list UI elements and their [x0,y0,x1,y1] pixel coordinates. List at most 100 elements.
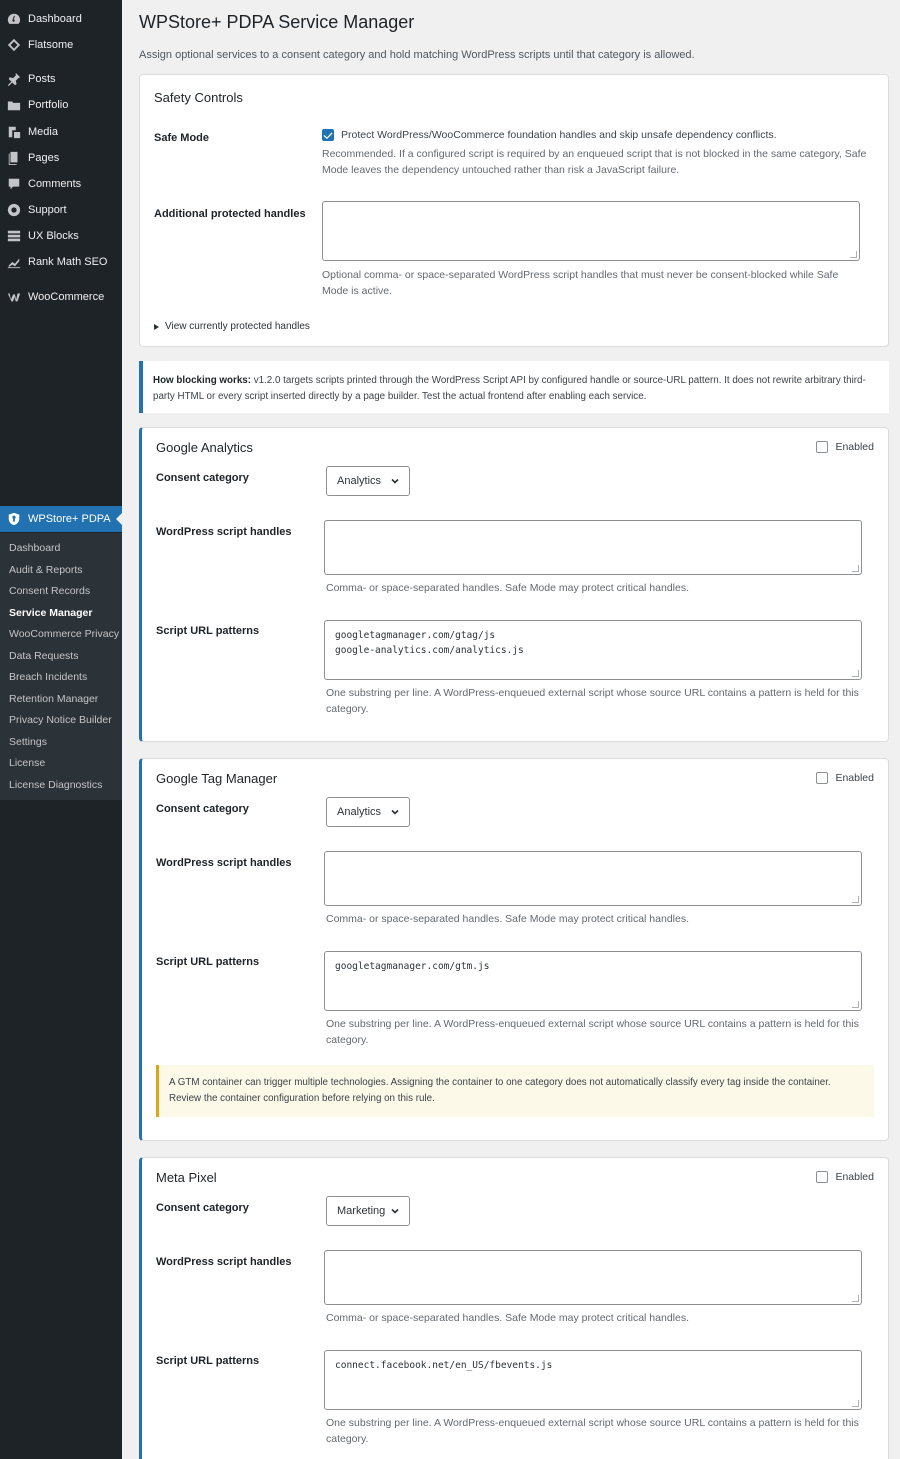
resize-grip[interactable] [852,565,859,572]
menu-item-pages[interactable]: Pages [0,145,122,171]
consent-category-label: Consent category [156,803,249,815]
menu-label: Comments [28,178,82,190]
menu-item-media[interactable]: Media [0,119,122,145]
resize-grip[interactable] [852,1400,859,1407]
script-handles-description: Comma- or space-separated handles. Safe … [326,1312,690,1324]
service-name: Google Tag Manager [156,771,278,786]
submenu: Dashboard Audit & Reports Consent Record… [0,533,122,800]
protected-handles-textarea[interactable] [322,201,860,261]
safe-mode-row: Protect WordPress/WooCommerce foundation… [322,129,777,141]
folder-icon [7,98,21,112]
consent-category-select[interactable]: Analytics [326,797,410,827]
consent-category-label: Consent category [156,472,249,484]
submenu-item-breach-incidents[interactable]: Breach Incidents [9,669,87,685]
menu-item-rank-math[interactable]: Rank Math SEO [0,249,122,275]
select-value: Analytics [337,475,382,487]
submenu-item-license-diagnostics[interactable]: License Diagnostics [9,777,102,793]
pages-icon [7,151,21,165]
comment-icon [7,177,21,191]
chevron-down-icon [390,1206,400,1216]
consent-category-select[interactable]: Analytics [326,466,410,496]
script-handles-label: WordPress script handles [156,526,292,538]
submenu-item-woocommerce-privacy[interactable]: WooCommerce Privacy [9,626,119,642]
menu-item-portfolio[interactable]: Portfolio [0,92,122,118]
media-icon [7,125,21,139]
script-handles-textarea[interactable] [324,520,862,575]
service-card-google-tag-manager: Google Tag Manager Enabled Consent categ… [139,758,889,1141]
service-enabled-toggle[interactable]: Enabled [816,441,874,453]
menu-label: Support [28,204,67,216]
service-enabled-toggle[interactable]: Enabled [816,772,874,784]
menu-item-ux-blocks[interactable]: UX Blocks [0,223,122,249]
service-enabled-toggle[interactable]: Enabled [816,1171,874,1183]
blocks-icon [7,229,21,243]
safety-controls-card: Safety Controls Safe Mode Protect WordPr… [139,74,889,347]
diamond-icon [7,38,21,52]
menu-item-comments[interactable]: Comments [0,171,122,197]
submenu-item-settings[interactable]: Settings [9,734,47,750]
submenu-item-service-manager[interactable]: Service Manager [9,605,92,621]
safe-mode-checkbox[interactable] [322,129,334,141]
disclosure-triangle-icon [154,323,159,330]
card-title: Safety Controls [154,90,243,105]
chart-icon [7,255,21,269]
submenu-item-retention-manager[interactable]: Retention Manager [9,691,98,707]
url-patterns-textarea[interactable]: googletagmanager.com/gtag/js google-anal… [324,620,862,680]
details-label: View currently protected handles [165,321,310,332]
service-card-meta-pixel: Meta Pixel Enabled Consent category Mark… [139,1157,889,1459]
menu-label: Dashboard [28,13,82,25]
menu-item-woocommerce[interactable]: WooCommerce [0,284,122,310]
woo-icon [7,290,21,304]
enabled-label: Enabled [835,441,874,453]
enabled-checkbox[interactable] [816,1171,829,1183]
protected-handles-details-toggle[interactable]: View currently protected handles [154,321,310,332]
url-patterns-label: Script URL patterns [156,625,260,637]
resize-grip[interactable] [850,251,857,258]
menu-label: Portfolio [28,99,69,111]
resize-grip[interactable] [852,896,859,903]
submenu-item-privacy-notice-builder[interactable]: Privacy Notice Builder [9,712,112,728]
blocking-info-notice: How blocking works: v1.2.0 targets scrip… [139,361,889,413]
url-patterns-textarea[interactable]: connect.facebook.net/en_US/fbevents.js [324,1350,862,1410]
menu-label: WPStore+ PDPA [28,513,111,525]
menu-label: UX Blocks [28,230,79,242]
url-patterns-textarea[interactable]: googletagmanager.com/gtm.js [324,951,862,1011]
menu-item-dashboard[interactable]: Dashboard [0,6,122,32]
submenu-item-license[interactable]: License [9,755,45,771]
menu-label: Flatsome [28,39,74,51]
safe-mode-description: Recommended. If a configured script is r… [322,148,867,176]
menu-label: Posts [28,73,56,85]
enabled-label: Enabled [835,772,874,784]
url-patterns-description: One substring per line. A WordPress-enqu… [326,687,859,715]
menu-label: Rank Math SEO [28,256,108,268]
enabled-checkbox[interactable] [816,772,829,784]
resize-grip[interactable] [852,1001,859,1008]
enabled-label: Enabled [835,1171,874,1183]
consent-category-select[interactable]: Marketing [326,1196,410,1226]
menu-item-posts[interactable]: Posts [0,66,122,92]
resize-grip[interactable] [852,1295,859,1302]
submenu-item-consent-records[interactable]: Consent Records [9,583,90,599]
script-handles-textarea[interactable] [324,851,862,906]
script-handles-description: Comma- or space-separated handles. Safe … [326,582,690,594]
enabled-checkbox[interactable] [816,441,829,453]
service-name: Google Analytics [156,440,253,455]
submenu-item-audit-reports[interactable]: Audit & Reports [9,562,83,578]
submenu-item-data-requests[interactable]: Data Requests [9,648,78,664]
resize-grip[interactable] [852,670,859,677]
script-handles-textarea[interactable] [324,1250,862,1305]
pin-icon [7,72,21,86]
menu-item-support[interactable]: Support [0,197,122,223]
checkmark-icon [323,132,333,139]
url-patterns-label: Script URL patterns [156,1355,260,1367]
shield-icon [7,512,21,526]
service-name: Meta Pixel [156,1170,217,1185]
menu-item-wpstore-pdpa[interactable]: WPStore+ PDPA [0,506,122,532]
page-title: WPStore+ PDPA Service Manager [139,12,415,32]
dashboard-icon [7,12,21,26]
menu-item-flatsome[interactable]: Flatsome [0,32,122,58]
submenu-item-dashboard[interactable]: Dashboard [9,540,60,556]
chevron-down-icon [390,807,400,817]
url-patterns-description: One substring per line. A WordPress-enqu… [326,1018,859,1046]
lifebuoy-icon [7,203,21,217]
